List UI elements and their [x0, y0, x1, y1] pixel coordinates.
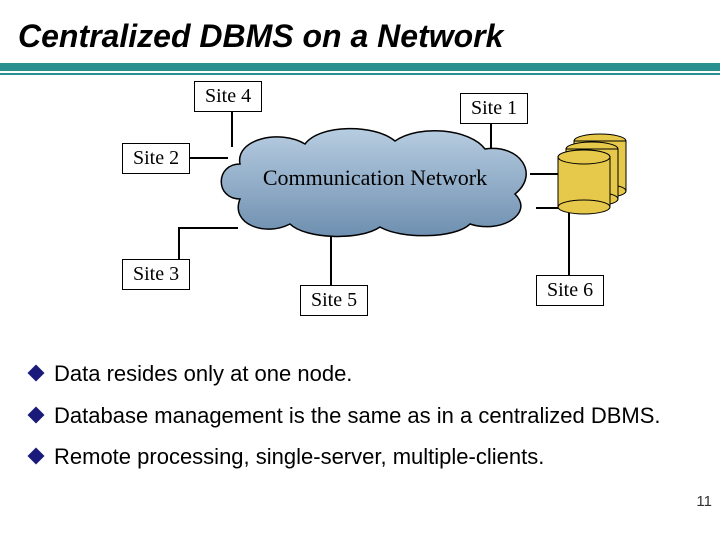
bullet-item: Remote processing, single-server, multip… [30, 443, 700, 471]
title-rule [0, 63, 720, 77]
connector-site6b [568, 207, 570, 277]
bullet-diamond-icon [28, 365, 45, 382]
cloud-communication-network: Communication Network [210, 119, 540, 239]
site-5-box: Site 5 [300, 285, 368, 316]
slide-title: Centralized DBMS on a Network [0, 0, 720, 61]
bullet-text: Data resides only at one node. [54, 360, 352, 388]
bullet-diamond-icon [28, 448, 45, 465]
network-diagram: Communication Network Site 4 Site 1 [0, 77, 720, 337]
site-4-box: Site 4 [194, 81, 262, 112]
site-3-box: Site 3 [122, 259, 190, 290]
site-2-box: Site 2 [122, 143, 190, 174]
bullet-text: Database management is the same as in a … [54, 402, 661, 430]
bullet-item: Database management is the same as in a … [30, 402, 700, 430]
bullet-diamond-icon [28, 406, 45, 423]
bullet-text: Remote processing, single-server, multip… [54, 443, 544, 471]
site-6-box: Site 6 [536, 275, 604, 306]
database-stack-icon [552, 133, 630, 215]
cloud-label: Communication Network [210, 165, 540, 191]
page-number: 11 [696, 493, 712, 510]
bullet-list: Data resides only at one node. Database … [30, 360, 700, 485]
site-1-box: Site 1 [460, 93, 528, 124]
bullet-item: Data resides only at one node. [30, 360, 700, 388]
